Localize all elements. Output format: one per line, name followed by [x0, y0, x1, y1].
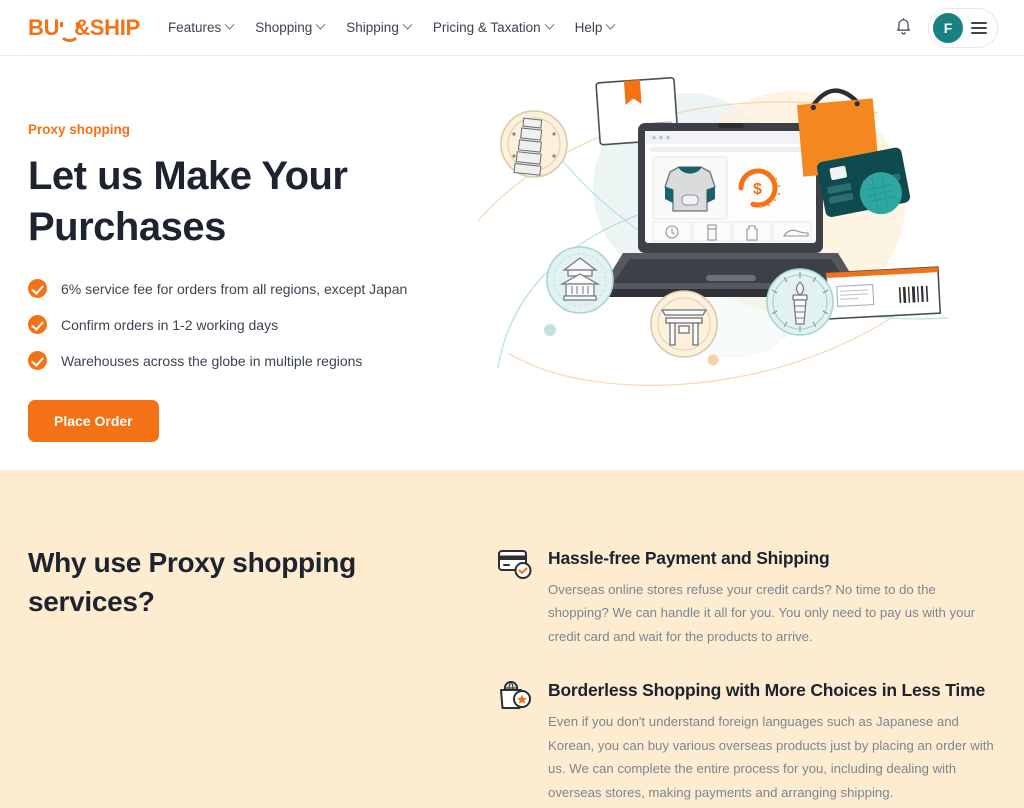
nav-item-features[interactable]: Features — [167, 19, 235, 35]
place-order-button[interactable]: Place Order — [28, 400, 159, 443]
hero-eyebrow: Proxy shopping — [28, 122, 131, 137]
chevron-down-icon — [402, 19, 413, 30]
nav-label: Features — [167, 20, 222, 35]
why-section: Why use Proxy shopping services? Hassle-… — [0, 470, 1024, 808]
chevron-down-icon — [605, 19, 616, 30]
header-actions: F — [893, 7, 998, 48]
bullet-label: 6% service fee for orders from all regio… — [61, 280, 408, 297]
logo-smiley-icon — [59, 22, 81, 42]
nav-item-shopping[interactable]: Shopping — [255, 19, 326, 35]
page-title: Let us Make Your Purchases — [28, 154, 348, 250]
chevron-down-icon — [315, 19, 326, 30]
feature-text: Borderless Shopping with More Choices in… — [548, 678, 996, 804]
list-item: Confirm orders in 1-2 working days — [28, 315, 498, 335]
proxy-shopping-illustration-svg: $ — [478, 76, 948, 386]
bullet-label: Warehouses across the globe in multiple … — [61, 352, 363, 369]
avatar: F — [933, 12, 963, 43]
feature-title: Borderless Shopping with More Choices in… — [548, 680, 985, 701]
bullet-label: Confirm orders in 1-2 working days — [61, 316, 279, 333]
feature-body: Overseas online stores refuse your credi… — [548, 581, 976, 644]
hero-content: Proxy shopping Let us Make Your Purchase… — [28, 108, 498, 470]
check-circle-icon — [28, 315, 47, 335]
list-item: 6% service fee for orders from all regio… — [28, 279, 498, 299]
site-header: BU &SHIP Features Shopping Shipping Prici… — [0, 0, 1024, 56]
notifications-button[interactable] — [893, 17, 914, 38]
logo-text-part2: &SHIP — [74, 14, 140, 40]
hero-bullet-list: 6% service fee for orders from all regio… — [28, 279, 498, 371]
hero-illustration: $ — [478, 76, 996, 470]
envelope-parcel-icon — [825, 266, 942, 320]
svg-text:$: $ — [753, 181, 762, 198]
feature-title: Hassle-free Payment and Shipping — [548, 548, 830, 568]
nav-item-shipping[interactable]: Shipping — [346, 19, 413, 35]
torii-gate-coin-icon — [650, 290, 718, 358]
feature-item-payment: Hassle-free Payment and Shipping Oversea… — [498, 546, 996, 648]
logo-text-part1: BU — [28, 14, 60, 40]
why-features-column: Hassle-free Payment and Shipping Oversea… — [498, 544, 996, 808]
nav-item-help[interactable]: Help — [574, 19, 616, 35]
hamburger-icon[interactable] — [971, 21, 987, 34]
feature-body: Even if you don't understand foreign lan… — [548, 714, 994, 800]
hero-section: Proxy shopping Let us Make Your Purchase… — [0, 56, 1024, 470]
nav-label: Pricing & Taxation — [432, 20, 541, 35]
section-title: Why use Proxy shopping services? — [28, 547, 356, 617]
nav-item-pricing-taxation[interactable]: Pricing & Taxation — [432, 19, 555, 35]
list-item: Warehouses across the globe in multiple … — [28, 351, 498, 371]
user-menu-button[interactable]: F — [928, 7, 998, 48]
site-logo[interactable]: BU &SHIP — [28, 14, 140, 42]
chevron-down-icon — [224, 19, 235, 30]
why-heading-column: Why use Proxy shopping services? — [28, 544, 498, 808]
nav-label: Shopping — [255, 20, 313, 35]
check-circle-icon — [28, 279, 47, 299]
nav-label: Shipping — [346, 20, 399, 35]
nav-label: Help — [574, 20, 603, 35]
main-navigation: Features Shopping Shipping Pricing & Tax… — [167, 19, 616, 35]
check-circle-icon — [28, 351, 47, 371]
credit-card-check-icon — [498, 546, 532, 648]
liberty-torch-coin-icon — [766, 268, 834, 336]
feature-item-borderless: Borderless Shopping with More Choices in… — [498, 678, 996, 804]
bell-icon — [896, 18, 911, 35]
chevron-down-icon — [544, 19, 555, 30]
pisa-tower-coin-icon — [500, 110, 568, 178]
global-shopping-bag-icon — [498, 678, 532, 804]
pagoda-coin-icon — [546, 246, 614, 314]
feature-text: Hassle-free Payment and Shipping Oversea… — [548, 546, 996, 648]
